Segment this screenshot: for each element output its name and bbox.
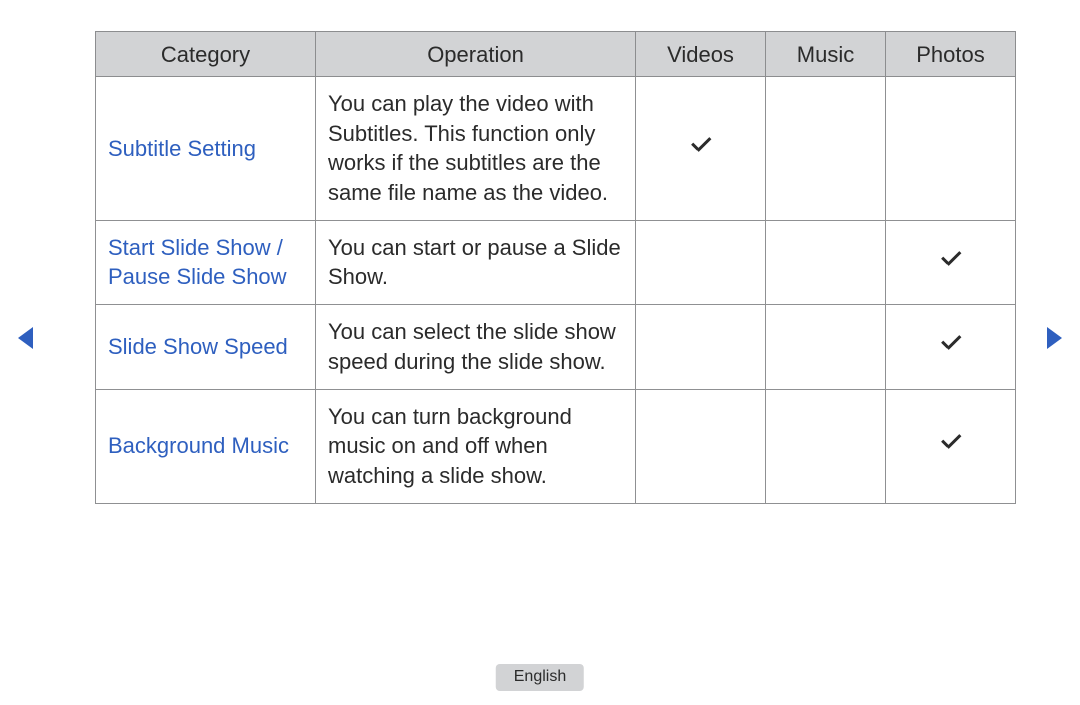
manual-page: Category Operation Videos Music Photos S…: [0, 0, 1080, 705]
col-category: Category: [96, 32, 316, 77]
table-row: Background MusicYou can turn background …: [96, 389, 1016, 503]
col-videos: Videos: [636, 32, 766, 77]
col-photos: Photos: [886, 32, 1016, 77]
prev-page-arrow-icon[interactable]: [18, 327, 33, 349]
table-header-row: Category Operation Videos Music Photos: [96, 32, 1016, 77]
music-cell: [766, 220, 886, 304]
operation-cell: You can play the video with Subtitles. T…: [316, 77, 636, 221]
music-cell: [766, 77, 886, 221]
check-icon: [938, 248, 964, 274]
photos-cell: [886, 77, 1016, 221]
category-cell: Subtitle Setting: [96, 77, 316, 221]
operation-cell: You can turn background music on and off…: [316, 389, 636, 503]
videos-cell: [636, 220, 766, 304]
check-icon: [938, 431, 964, 457]
table-row: Start Slide Show / Pause Slide ShowYou c…: [96, 220, 1016, 304]
music-cell: [766, 389, 886, 503]
feature-table: Category Operation Videos Music Photos S…: [95, 31, 1015, 504]
music-cell: [766, 305, 886, 389]
category-cell: Start Slide Show / Pause Slide Show: [96, 220, 316, 304]
table-row: Slide Show SpeedYou can select the slide…: [96, 305, 1016, 389]
photos-cell: [886, 305, 1016, 389]
photos-cell: [886, 389, 1016, 503]
videos-cell: [636, 77, 766, 221]
next-page-arrow-icon[interactable]: [1047, 327, 1062, 349]
table-row: Subtitle SettingYou can play the video w…: [96, 77, 1016, 221]
check-icon: [938, 332, 964, 358]
operation-cell: You can select the slide show speed duri…: [316, 305, 636, 389]
operation-cell: You can start or pause a Slide Show.: [316, 220, 636, 304]
category-cell: Background Music: [96, 389, 316, 503]
check-icon: [688, 134, 714, 160]
col-operation: Operation: [316, 32, 636, 77]
col-music: Music: [766, 32, 886, 77]
videos-cell: [636, 389, 766, 503]
category-cell: Slide Show Speed: [96, 305, 316, 389]
videos-cell: [636, 305, 766, 389]
photos-cell: [886, 220, 1016, 304]
language-indicator: English: [496, 664, 584, 691]
